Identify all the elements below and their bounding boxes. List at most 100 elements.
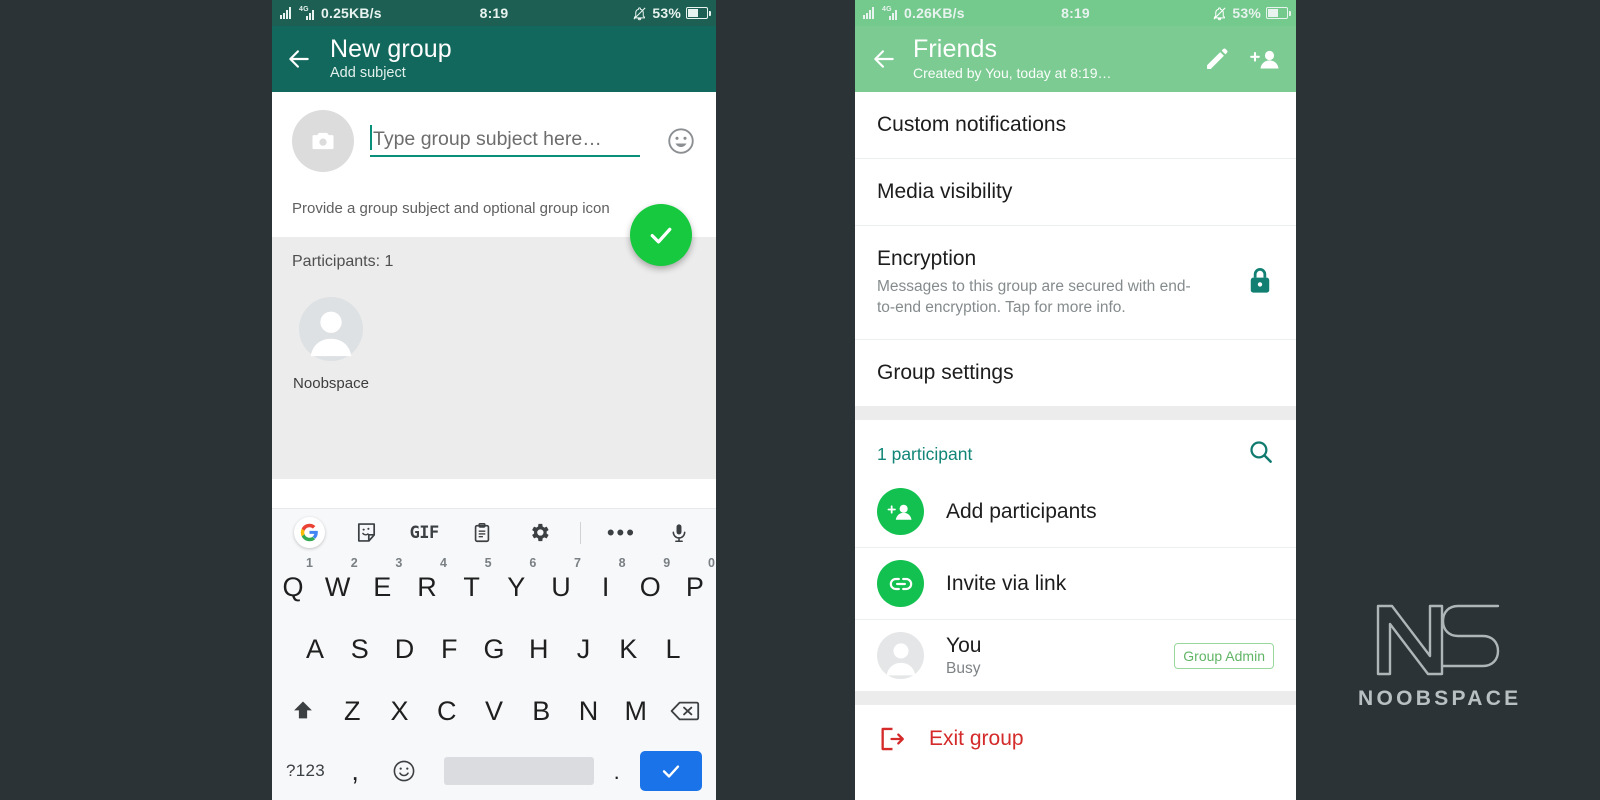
exit-group-row[interactable]: Exit group xyxy=(855,705,1296,774)
screenshot-stage: 4G 0.25KB/s 8:19 53% New group Add subje… xyxy=(0,0,1600,800)
right-phone-screen: 4G 0.26KB/s 8:19 53% Friends Created by … xyxy=(855,0,1296,800)
key-m[interactable]: M xyxy=(619,696,653,727)
participants-strip: Participants: 1 Noobspace xyxy=(272,237,716,479)
settings-row-media-visibility[interactable]: Media visibility xyxy=(855,159,1296,226)
key-x[interactable]: X xyxy=(383,696,417,727)
group-subject-input[interactable]: Type group subject here… xyxy=(370,125,640,157)
arrow-left-icon[interactable] xyxy=(871,46,897,72)
microphone-icon[interactable] xyxy=(662,516,696,550)
settings-row-title: Group settings xyxy=(877,361,1014,385)
left-status-bar: 4G 0.25KB/s 8:19 53% xyxy=(272,0,716,26)
backspace-icon[interactable] xyxy=(666,694,704,728)
create-group-fab[interactable] xyxy=(630,204,692,266)
shift-arrow-icon[interactable] xyxy=(284,694,322,728)
sticker-icon[interactable] xyxy=(350,516,384,550)
text-caret xyxy=(370,125,372,150)
exit-arrow-icon xyxy=(881,728,904,751)
key-n[interactable]: N xyxy=(572,696,606,727)
avatar xyxy=(877,632,924,680)
group-subject-row: Type group subject here… xyxy=(292,110,696,172)
key-p[interactable]: P0 xyxy=(678,556,715,603)
participant-name: Noobspace xyxy=(293,375,369,392)
key-r[interactable]: R4 xyxy=(410,556,447,603)
add-participants-row[interactable]: Add participants xyxy=(855,476,1296,548)
emoji-smiley-icon[interactable] xyxy=(385,754,423,788)
key-q[interactable]: Q1 xyxy=(276,556,313,603)
key-u[interactable]: U7 xyxy=(544,556,581,603)
search-icon[interactable] xyxy=(1247,438,1274,470)
keyboard-row-1: Q1W2E3R4T5Y6U7I8O9P0 xyxy=(272,556,716,618)
enter-key[interactable] xyxy=(639,751,702,791)
add-participants-label: Add participants xyxy=(946,499,1097,523)
key-l[interactable]: L xyxy=(656,634,690,665)
person-avatar-icon xyxy=(886,643,915,676)
participants-section: 1 participant Add participants Invite vi… xyxy=(855,420,1296,692)
key-b[interactable]: B xyxy=(524,696,558,727)
battery-percent-left: 53% xyxy=(652,5,681,21)
key-f[interactable]: F xyxy=(432,634,466,665)
group-subject-hint: Provide a group subject and optional gro… xyxy=(292,200,610,217)
key-h[interactable]: H xyxy=(522,634,556,665)
signal-bars-icon xyxy=(280,7,295,19)
key-t[interactable]: T5 xyxy=(455,556,491,603)
more-dots-icon[interactable]: ••• xyxy=(604,516,638,550)
key-c[interactable]: C xyxy=(430,696,464,727)
google-g-icon[interactable] xyxy=(292,516,326,550)
check-icon xyxy=(662,765,680,778)
period-key[interactable]: . xyxy=(614,760,620,782)
status-right-group: 53% xyxy=(632,5,711,21)
key-k[interactable]: K xyxy=(611,634,645,665)
key-j[interactable]: J xyxy=(567,634,601,665)
status-left-group: 4G 0.26KB/s xyxy=(863,5,965,21)
status-badge: Group Admin xyxy=(1174,642,1274,669)
key-o[interactable]: O9 xyxy=(633,556,671,603)
settings-row-encryption[interactable]: Encryption Messages to this group are sec… xyxy=(855,226,1296,341)
participants-header: 1 participant xyxy=(855,420,1296,477)
key-z[interactable]: Z xyxy=(335,696,369,727)
keyboard-row-3: ZXCVBNM xyxy=(272,680,716,742)
invite-via-link-row[interactable]: Invite via link xyxy=(855,547,1296,620)
settings-row-title: Custom notifications xyxy=(877,113,1067,136)
lock-icon xyxy=(1250,267,1270,293)
status-right-group: 53% xyxy=(1212,5,1291,21)
key-g[interactable]: G xyxy=(477,634,511,665)
invite-via-link-label: Invite via link xyxy=(946,571,1067,595)
key-d[interactable]: D xyxy=(388,634,422,665)
watermark-word: NOOBSPACE xyxy=(1358,687,1522,710)
gif-button[interactable]: GIF xyxy=(407,516,441,550)
member-row[interactable]: You Busy Group Admin xyxy=(855,619,1296,692)
key-s[interactable]: S xyxy=(343,634,377,665)
battery-icon xyxy=(1266,7,1291,19)
pencil-icon[interactable] xyxy=(1203,46,1230,73)
group-settings-list: Custom notifications Media visibility Encr… xyxy=(855,92,1296,407)
space-key[interactable] xyxy=(443,757,594,785)
key-i[interactable]: I8 xyxy=(589,556,626,603)
key-y[interactable]: Y6 xyxy=(499,556,536,603)
right-status-bar: 4G 0.26KB/s 8:19 53% xyxy=(855,0,1296,26)
exit-group-label: Exit group xyxy=(929,727,1024,751)
section-divider xyxy=(855,691,1296,706)
comma-key[interactable]: , xyxy=(345,756,365,787)
signal-bars-icon xyxy=(863,7,878,19)
gear-icon[interactable] xyxy=(522,516,556,550)
add-person-icon[interactable] xyxy=(1250,46,1280,73)
symbols-key[interactable]: ?123 xyxy=(286,761,325,781)
settings-row-custom-notifications[interactable]: Custom notifications xyxy=(855,92,1296,159)
participant-chip[interactable]: Noobspace xyxy=(292,297,370,392)
key-v[interactable]: V xyxy=(477,696,511,727)
check-icon xyxy=(650,227,672,244)
member-status: Busy xyxy=(946,659,981,677)
right-app-bar: Friends Created by You, today at 8:19… xyxy=(855,26,1296,92)
network-speed-right: 0.26KB/s xyxy=(904,5,965,21)
arrow-left-icon[interactable] xyxy=(286,46,312,72)
key-a[interactable]: A xyxy=(298,634,332,665)
group-icon-picker[interactable] xyxy=(292,110,354,172)
status-left-group: 4G 0.25KB/s xyxy=(280,5,382,21)
left-app-bar: New group Add subject xyxy=(272,26,716,92)
key-w[interactable]: W2 xyxy=(321,556,358,603)
group-subject-placeholder: Type group subject here… xyxy=(373,127,602,150)
clipboard-icon[interactable] xyxy=(465,516,499,550)
settings-row-group-settings[interactable]: Group settings xyxy=(855,340,1296,406)
key-e[interactable]: E3 xyxy=(365,556,402,603)
emoji-smiley-icon[interactable] xyxy=(666,126,696,156)
